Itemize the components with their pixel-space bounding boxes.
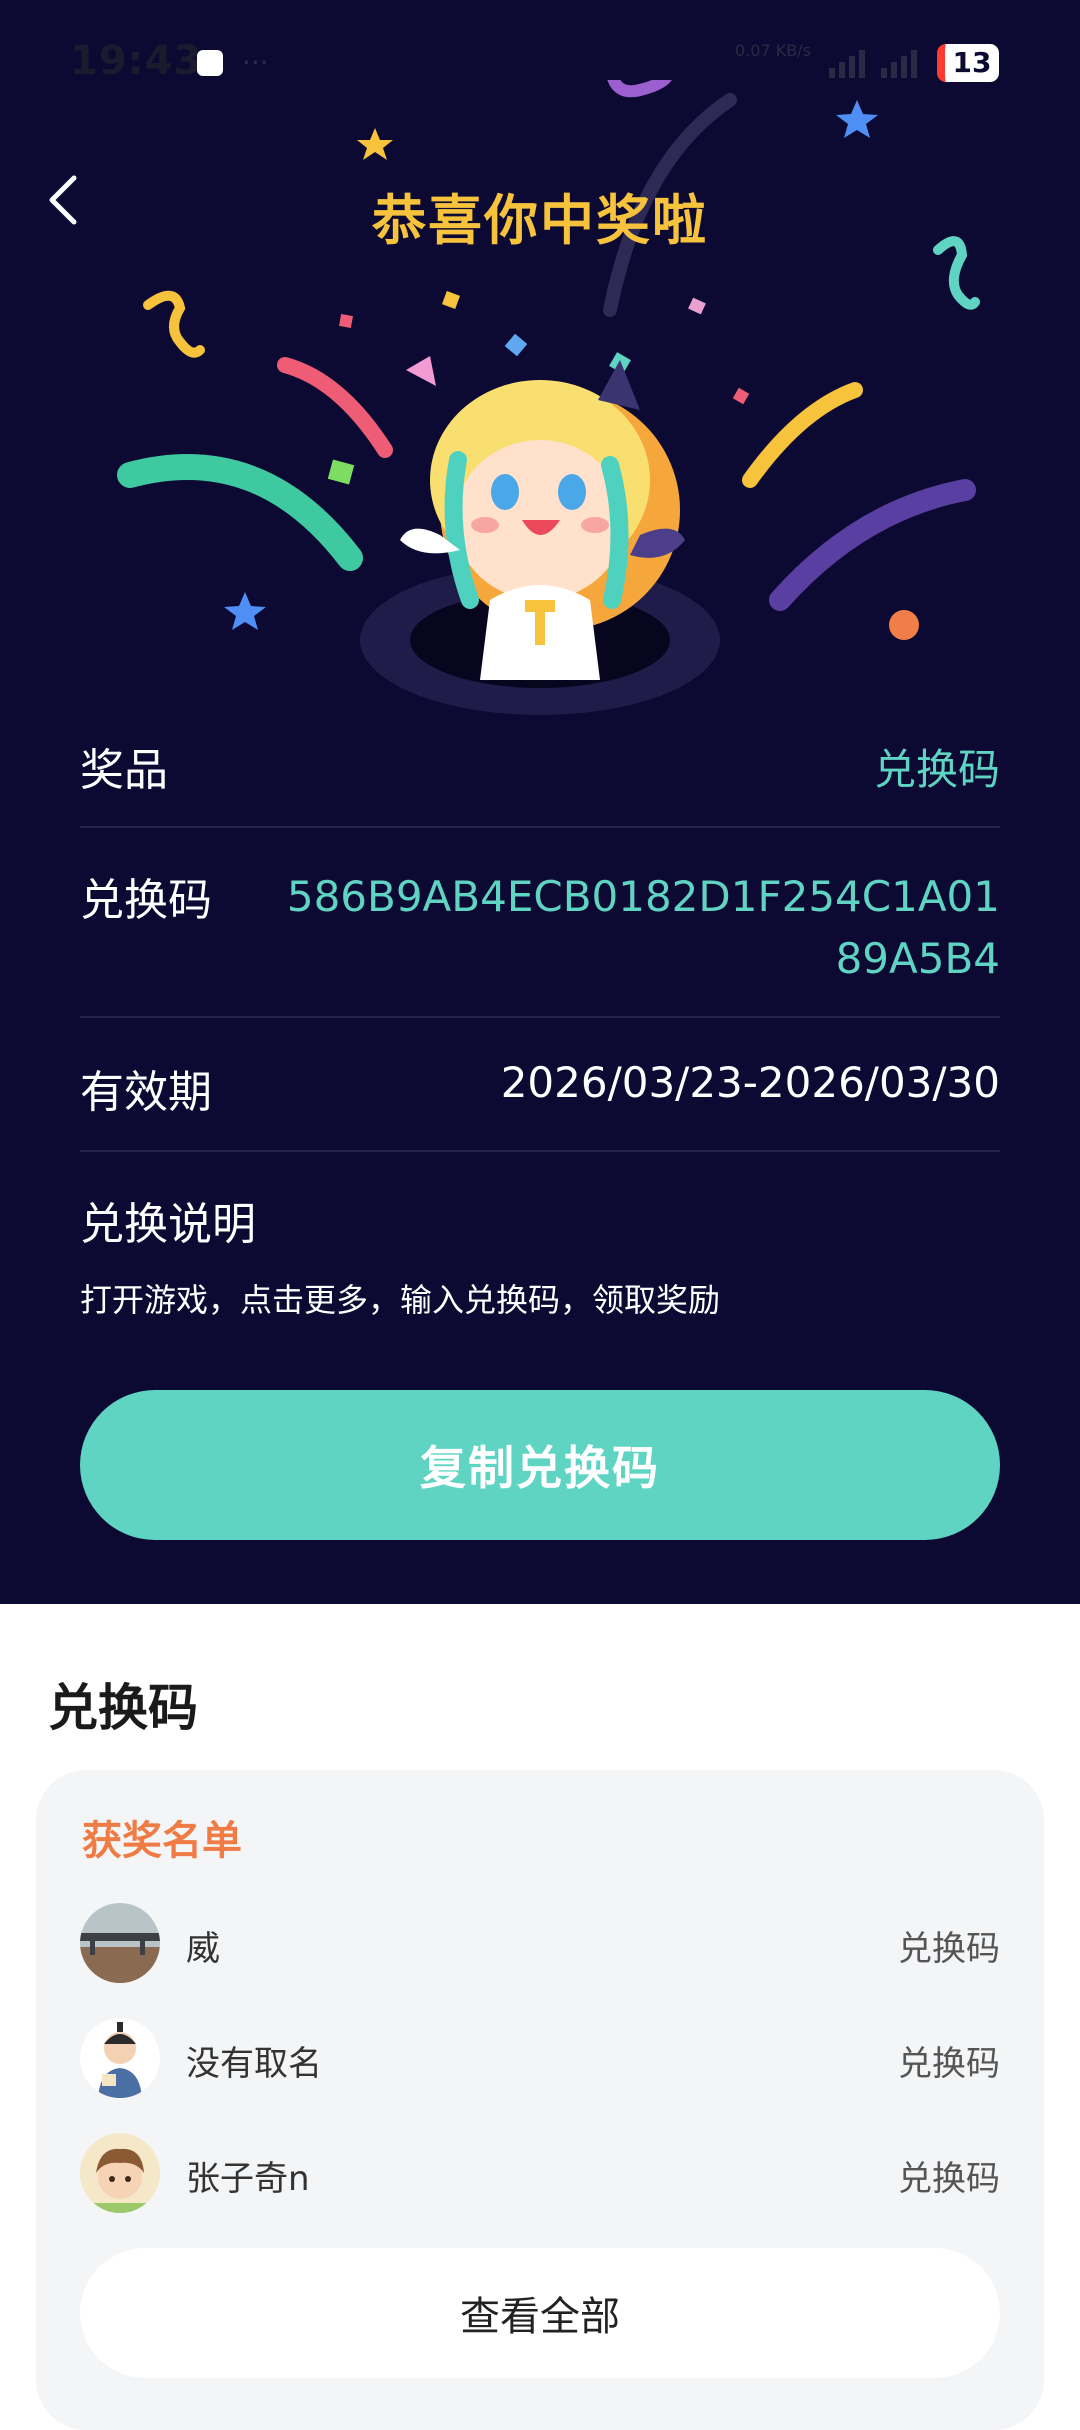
code-value-line2: 89A5B4	[835, 934, 1000, 983]
validity-row: 有效期 2026/03/23-2026/03/30	[80, 1016, 1000, 1152]
avatar	[80, 1903, 160, 1983]
code-label: 兑换码	[80, 875, 212, 926]
winner-row[interactable]: 威 兑换码	[80, 1903, 1000, 1985]
code-row: 兑换码 586B9AB4ECB0182D1F254C1A01 89A5B4	[80, 826, 1000, 1018]
validity-label: 有效期	[80, 1067, 212, 1118]
prize-value: 兑换码	[873, 745, 1000, 794]
winner-row[interactable]: 没有取名 兑换码	[80, 2018, 1000, 2100]
notification-app-icon	[197, 50, 223, 76]
winners-card: 获奖名单 威 兑换码 没有取名 兑换码 张子奇n 兑换码 查看全部	[36, 1770, 1044, 2430]
avatar	[80, 2133, 160, 2213]
prize-label: 奖品	[80, 745, 168, 796]
winner-name: 没有取名	[186, 2044, 322, 2084]
copy-code-button[interactable]: 复制兑换码	[80, 1390, 1000, 1540]
signal-icon	[829, 50, 917, 78]
network-speed: 0.07 KB/s	[735, 41, 811, 60]
winner-row[interactable]: 张子奇n 兑换码	[80, 2133, 1000, 2215]
code-value-line1: 586B9AB4ECB0182D1F254C1A01	[286, 872, 1000, 921]
validity-value: 2026/03/23-2026/03/30	[500, 1058, 1000, 1107]
section-title: 兑换码	[48, 1679, 198, 1737]
avatar	[80, 2018, 160, 2098]
winners-title: 获奖名单	[82, 1818, 242, 1864]
prize-panel: 19:43 ··· 0.07 KB/s 13 恭喜你中奖啦 奖品 兑换码 兑换码…	[0, 0, 1080, 1604]
instructions-text: 打开游戏，点击更多，输入兑换码，领取奖励	[80, 1281, 721, 1319]
winner-name: 张子奇n	[186, 2159, 310, 2199]
status-time: 19:43	[70, 38, 203, 84]
prize-row: 奖品 兑换码	[80, 720, 1000, 828]
winner-name: 威	[186, 1929, 220, 1969]
instructions-title: 兑换说明	[80, 1199, 256, 1250]
winner-prize: 兑换码	[898, 2159, 1000, 2199]
winner-prize: 兑换码	[898, 1929, 1000, 1969]
page-title: 恭喜你中奖啦	[372, 189, 708, 252]
code-value[interactable]: 586B9AB4ECB0182D1F254C1A01 89A5B4	[287, 866, 1000, 990]
winner-prize: 兑换码	[898, 2044, 1000, 2084]
battery-icon: 13	[937, 44, 999, 82]
view-all-button[interactable]: 查看全部	[80, 2248, 1000, 2378]
more-notifications-icon: ···	[242, 46, 269, 79]
